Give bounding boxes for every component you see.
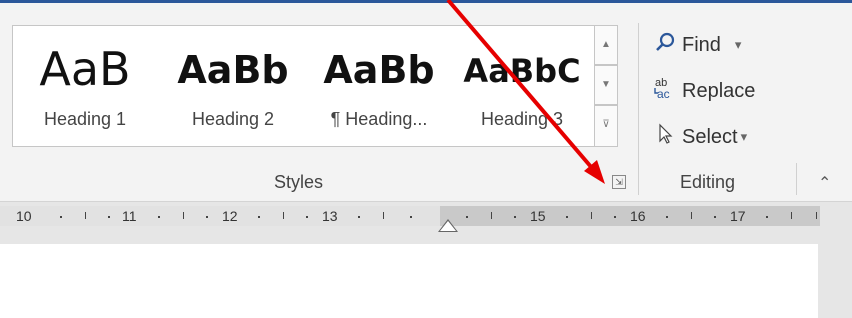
ruler-mark: [466, 216, 468, 218]
editing-group-label: Editing: [680, 172, 736, 192]
style-label: Heading 2: [191, 109, 275, 129]
gallery-scroll-down-button[interactable]: ▼: [594, 65, 618, 105]
select-label: Select: [682, 125, 738, 148]
style-label: Heading 3: [480, 109, 564, 129]
ruler-number: 10: [16, 208, 32, 224]
ruler-mark: [283, 212, 284, 219]
document-margin: [818, 244, 852, 318]
chevron-down-icon: ▾: [740, 129, 748, 144]
group-separator: [638, 23, 639, 195]
svg-text:ac: ac: [657, 87, 670, 101]
ruler-number: 12: [222, 208, 238, 224]
ruler-mark: [816, 212, 817, 219]
search-icon: [652, 32, 678, 58]
style-heading-2[interactable]: AaBb Heading 2: [163, 26, 303, 146]
ruler-mark: [60, 216, 62, 218]
style-heading-1[interactable]: AaB Heading 1: [17, 26, 153, 146]
ruler-mark: [183, 212, 184, 219]
find-label: Find: [682, 33, 721, 56]
chevron-down-icon: ▾: [734, 37, 742, 52]
ruler-number: 17: [730, 208, 746, 224]
cursor-icon: [652, 123, 678, 151]
document-page[interactable]: [0, 244, 818, 318]
gallery-scroll-up-button[interactable]: ▲: [594, 25, 618, 65]
style-sample: AaBbC: [463, 52, 581, 90]
ruler-mark: [383, 212, 384, 219]
ruler-mark: [306, 216, 308, 218]
ruler-mark: [85, 212, 86, 219]
styles-group-label: Styles: [274, 172, 324, 192]
find-button[interactable]: Find ▾: [652, 31, 741, 59]
ruler-mark: [766, 216, 768, 218]
gallery-more-button[interactable]: ⊽: [594, 105, 618, 147]
ruler-mark: [258, 216, 260, 218]
style-heading-3[interactable]: AaBbC Heading 3: [453, 26, 591, 146]
ruler-mark: [491, 212, 492, 219]
ribbon: AaB Heading 1 AaBb Heading 2 AaBb ¶ Head…: [0, 3, 852, 202]
ruler-mark: [614, 216, 616, 218]
collapse-ribbon-button[interactable]: ⌃: [818, 173, 831, 193]
style-sample: AaB: [39, 42, 131, 96]
ruler-mark: [410, 216, 412, 218]
replace-label: Replace: [682, 79, 756, 102]
style-sample: AaBb: [177, 48, 289, 92]
styles-gallery: AaB Heading 1 AaBb Heading 2 AaBb ¶ Head…: [12, 25, 618, 147]
style-sample: AaBb: [323, 48, 435, 92]
gallery-scroll: ▲ ▼ ⊽: [594, 25, 618, 147]
select-button[interactable]: Select ▾: [652, 123, 747, 151]
style-label: Heading 1: [43, 109, 127, 129]
ruler-text-area: [0, 206, 440, 226]
group-separator: [796, 163, 797, 195]
ruler-number: 13: [322, 208, 338, 224]
style-label: ¶ Heading...: [330, 109, 428, 129]
ruler-mark: [566, 216, 568, 218]
ruler-mark: [514, 216, 516, 218]
styles-dialog-launcher[interactable]: ⇲: [612, 175, 626, 189]
ruler-number: 16: [630, 208, 646, 224]
style-heading-generic[interactable]: AaBb ¶ Heading...: [307, 26, 451, 146]
ruler-mark: [591, 212, 592, 219]
ruler-number: 15: [530, 208, 546, 224]
replace-icon: ab ac: [652, 75, 678, 107]
ruler-mark: [108, 216, 110, 218]
ruler-mark: [206, 216, 208, 218]
ruler-number: 11: [122, 208, 137, 224]
ruler-mark: [158, 216, 160, 218]
ruler-mark: [358, 216, 360, 218]
ruler-mark: [691, 212, 692, 219]
left-indent-marker[interactable]: [440, 221, 456, 231]
ruler-mark: [714, 216, 716, 218]
ruler-mark: [666, 216, 668, 218]
replace-button[interactable]: ab ac Replace: [652, 77, 755, 105]
ruler-mark: [791, 212, 792, 219]
